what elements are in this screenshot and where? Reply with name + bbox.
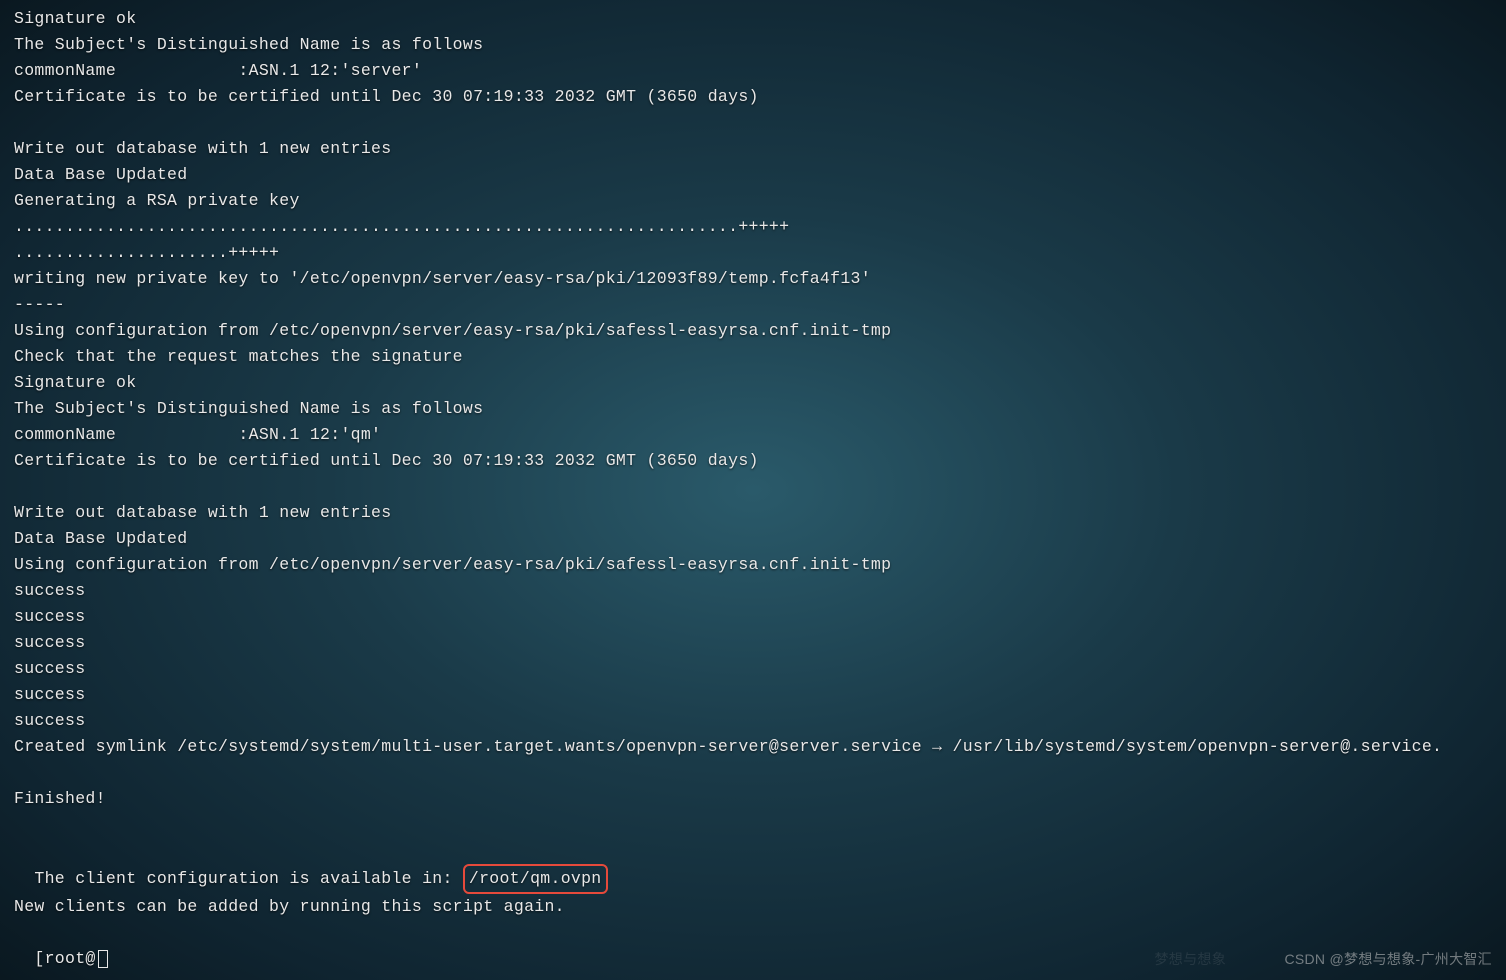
config-prefix-text: The client configuration is available in…	[34, 869, 462, 888]
terminal-line: Finished!	[14, 786, 1492, 812]
terminal-line: ........................................…	[14, 214, 1492, 240]
terminal-line: success	[14, 604, 1492, 630]
terminal-line: success	[14, 682, 1492, 708]
terminal-line: Created symlink /etc/systemd/system/mult…	[14, 734, 1492, 760]
terminal-config-line: The client configuration is available in…	[14, 838, 1492, 894]
terminal-line: success	[14, 630, 1492, 656]
cursor	[98, 950, 108, 968]
terminal-last-line: New clients can be added by running this…	[14, 894, 1492, 920]
watermark: CSDN @梦想与想象-广州大智汇	[1284, 946, 1492, 972]
terminal-line: success	[14, 708, 1492, 734]
terminal-line: Signature ok	[14, 370, 1492, 396]
terminal-line: commonName :ASN.1 12:'server'	[14, 58, 1492, 84]
prompt-fragment: [root@	[34, 949, 95, 968]
terminal-line: .....................+++++	[14, 240, 1492, 266]
terminal-line: Generating a RSA private key	[14, 188, 1492, 214]
terminal-line: Certificate is to be certified until Dec…	[14, 84, 1492, 110]
terminal-line: Certificate is to be certified until Dec…	[14, 448, 1492, 474]
terminal-line: commonName :ASN.1 12:'qm'	[14, 422, 1492, 448]
terminal-line: Data Base Updated	[14, 526, 1492, 552]
terminal-prompt-line[interactable]: [root@	[14, 920, 1492, 972]
terminal-line: Write out database with 1 new entries	[14, 136, 1492, 162]
terminal-line: writing new private key to '/etc/openvpn…	[14, 266, 1492, 292]
terminal-line: success	[14, 578, 1492, 604]
terminal-output[interactable]: Signature okThe Subject's Distinguished …	[14, 6, 1492, 838]
terminal-line	[14, 110, 1492, 136]
config-path-highlight: /root/qm.ovpn	[463, 864, 608, 894]
terminal-line	[14, 760, 1492, 786]
terminal-line: The Subject's Distinguished Name is as f…	[14, 396, 1492, 422]
terminal-line: The Subject's Distinguished Name is as f…	[14, 32, 1492, 58]
terminal-line	[14, 474, 1492, 500]
terminal-line: -----	[14, 292, 1492, 318]
terminal-line: success	[14, 656, 1492, 682]
terminal-line	[14, 812, 1492, 838]
terminal-line: Check that the request matches the signa…	[14, 344, 1492, 370]
terminal-line: Write out database with 1 new entries	[14, 500, 1492, 526]
terminal-line: Using configuration from /etc/openvpn/se…	[14, 318, 1492, 344]
watermark-faint: 梦想与想象	[1155, 946, 1227, 972]
terminal-line: Data Base Updated	[14, 162, 1492, 188]
terminal-line: Signature ok	[14, 6, 1492, 32]
terminal-line: Using configuration from /etc/openvpn/se…	[14, 552, 1492, 578]
